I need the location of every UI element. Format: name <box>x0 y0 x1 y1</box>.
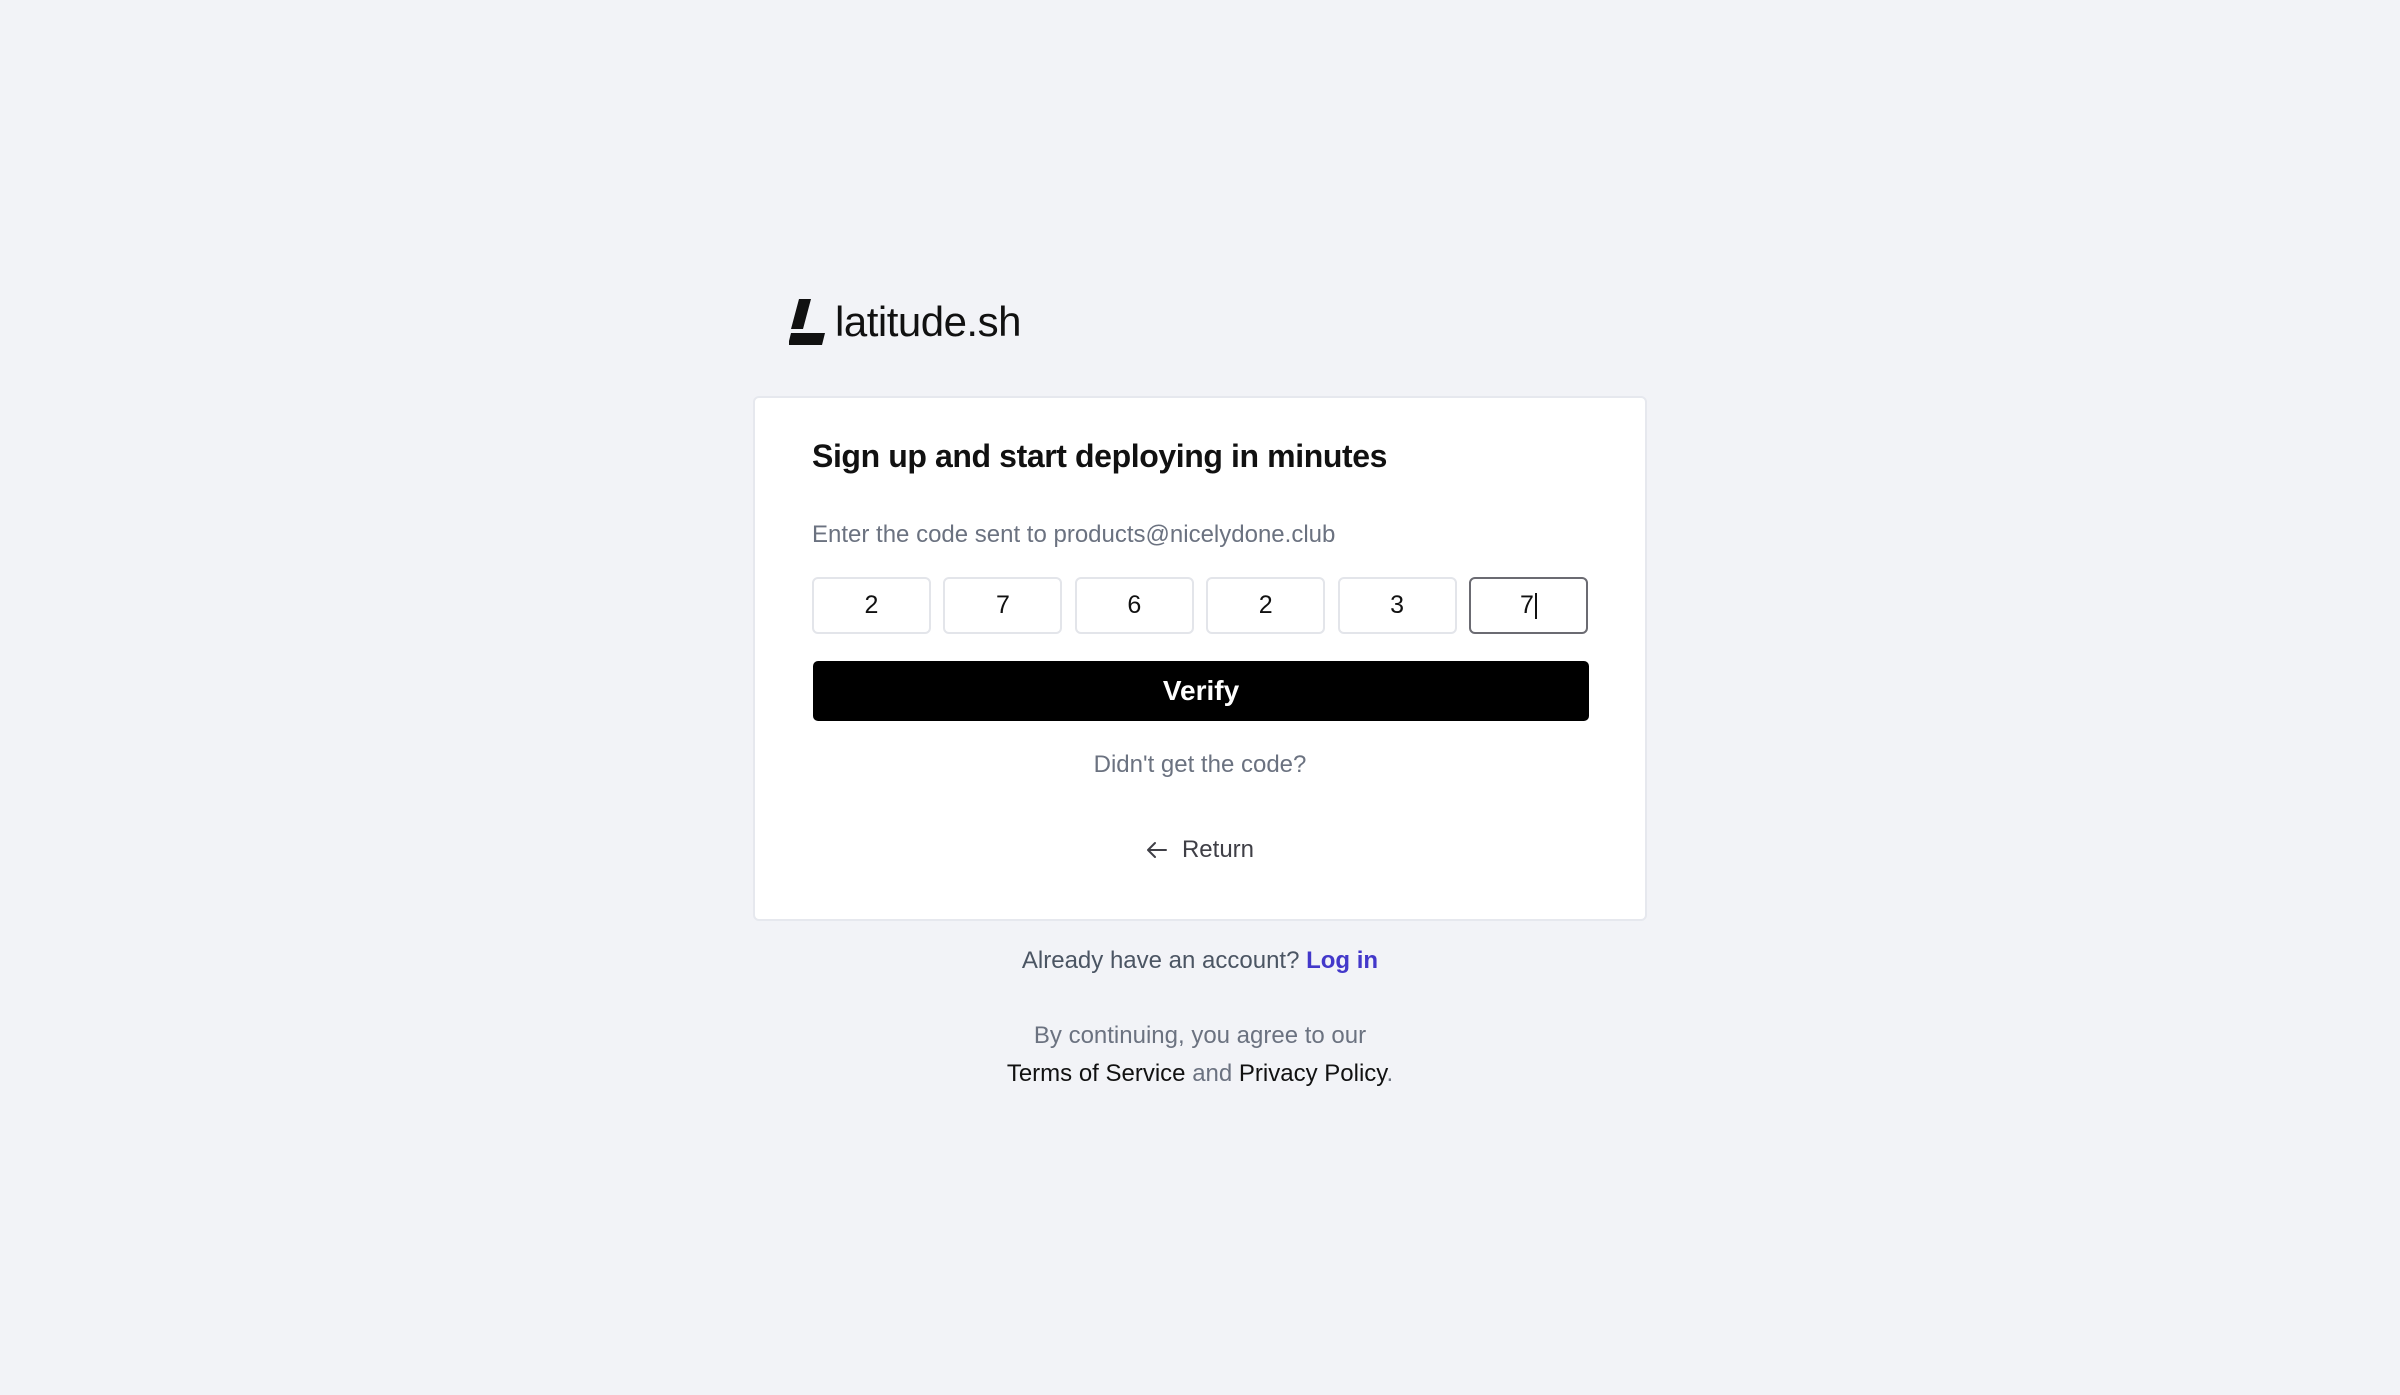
verify-card: Sign up and start deploying in minutes E… <box>753 396 1647 921</box>
period-text: . <box>1386 1060 1394 1087</box>
privacy-policy-link[interactable]: Privacy Policy <box>1239 1060 1387 1087</box>
account-prompt-line: Already have an account? Log in <box>0 947 2400 975</box>
otp-digit-2[interactable]: 7 <box>943 577 1063 634</box>
brand-logo: latitude.sh <box>789 298 1021 346</box>
otp-digit-1[interactable]: 2 <box>812 577 931 634</box>
otp-digit-3[interactable]: 6 <box>1074 577 1194 634</box>
terms-intro: By continuing, you agree to our <box>1033 1022 1367 1049</box>
terms-of-service-link[interactable]: Terms of Service <box>1007 1060 1186 1087</box>
otp-input-group: 2 7 6 2 3 7 <box>812 577 1588 634</box>
account-prompt: Already have an account? <box>1021 947 1300 974</box>
latitude-logo-icon <box>789 299 825 345</box>
otp-digit-5[interactable]: 3 <box>1337 577 1457 634</box>
arrow-left-icon <box>1146 842 1167 858</box>
otp-digit-6-value: 7 <box>1520 591 1534 619</box>
brand-name: latitude.sh <box>835 298 1021 345</box>
verify-button[interactable]: Verify <box>813 661 1589 721</box>
card-subtitle: Enter the code sent to products@nicelydo… <box>812 521 1336 548</box>
otp-digit-4[interactable]: 2 <box>1206 577 1326 634</box>
return-button[interactable]: Return <box>755 836 1645 864</box>
terms-line: Terms of Service and Privacy Policy. <box>0 1060 2400 1088</box>
resend-code-link[interactable]: Didn't get the code? <box>755 751 1645 779</box>
text-caret <box>1534 592 1537 619</box>
and-text: and <box>1192 1060 1233 1087</box>
card-title: Sign up and start deploying in minutes <box>812 438 1388 474</box>
login-link[interactable]: Log in <box>1306 947 1378 974</box>
otp-digit-6[interactable]: 7 <box>1468 577 1588 634</box>
return-label: Return <box>1181 836 1255 863</box>
